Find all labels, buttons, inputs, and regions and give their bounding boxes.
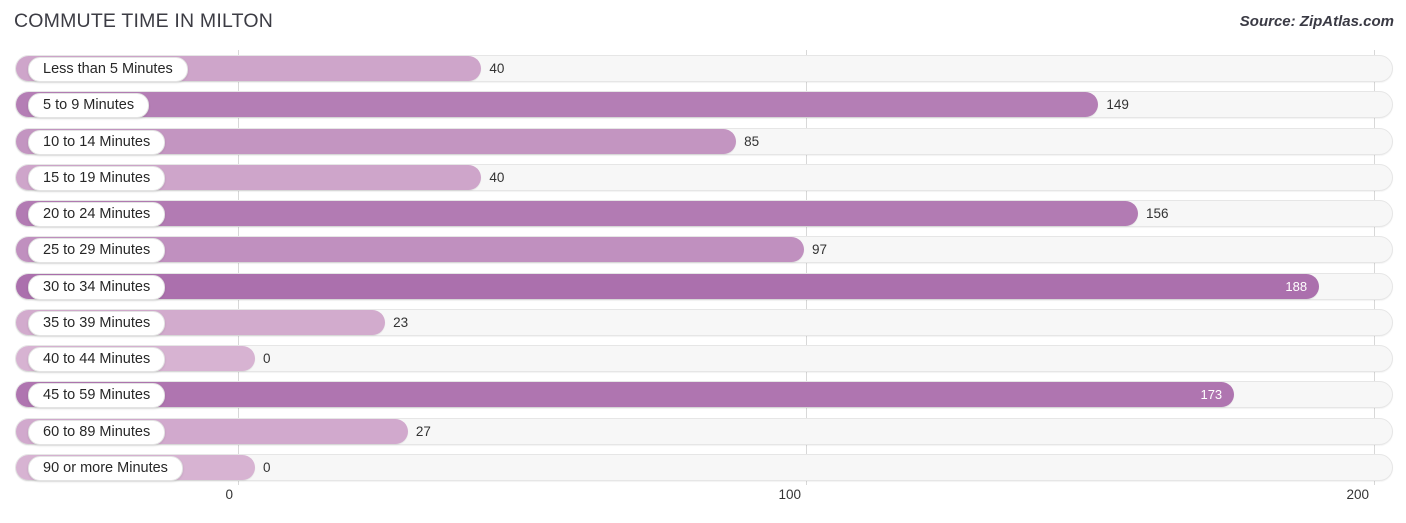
bar-row[interactable]: 40 Less than 5 Minutes bbox=[15, 55, 1393, 82]
bar-value-label: 0 bbox=[263, 351, 271, 366]
x-axis: 0 100 200 bbox=[0, 487, 1406, 517]
bar-row[interactable]: 173 45 to 59 Minutes bbox=[15, 381, 1393, 409]
bar-value-label: 40 bbox=[489, 169, 505, 185]
plot-area: 40 Less than 5 Minutes 149 5 to 9 Minutes 85… bbox=[0, 50, 1406, 485]
bar-row[interactable]: 97 25 to 29 Minutes bbox=[15, 236, 1393, 264]
bar[interactable] bbox=[16, 92, 1099, 118]
bar-row[interactable]: 0 90 or more Minutes bbox=[15, 453, 1393, 481]
bar-value-label: 188 bbox=[1285, 278, 1308, 294]
bar-row[interactable]: 85 10 to 14 Minutes bbox=[15, 127, 1393, 155]
category-label: 60 to 89 Minutes bbox=[28, 419, 166, 445]
category-label: 40 to 44 Minutes bbox=[28, 347, 166, 372]
category-label: 35 to 39 Minutes bbox=[28, 310, 166, 336]
chart-page: COMMUTE TIME IN MILTON Source: ZipAtlas.… bbox=[0, 0, 1406, 523]
category-label: 30 to 34 Minutes bbox=[28, 274, 166, 300]
bar-row[interactable]: 23 35 to 39 Minutes bbox=[15, 308, 1393, 336]
bar-row[interactable]: 188 30 to 34 Minutes bbox=[15, 272, 1393, 300]
bar-row[interactable]: 156 20 to 24 Minutes bbox=[15, 200, 1393, 227]
axis-tick-label: 0 bbox=[225, 487, 233, 502]
bar-row[interactable]: 0 40 to 44 Minutes bbox=[15, 345, 1393, 372]
bar-value-label: 27 bbox=[415, 423, 431, 439]
axis-tick-label: 200 bbox=[1346, 487, 1369, 502]
category-label: 15 to 19 Minutes bbox=[28, 165, 166, 191]
category-label: 5 to 9 Minutes bbox=[28, 93, 150, 119]
bar-value-label: 85 bbox=[744, 133, 760, 149]
category-label: Less than 5 Minutes bbox=[28, 57, 188, 82]
bar-row[interactable]: 27 60 to 89 Minutes bbox=[15, 417, 1393, 445]
bar-value-label: 40 bbox=[489, 61, 505, 76]
axis-tick-label: 100 bbox=[778, 487, 801, 502]
bar[interactable] bbox=[16, 201, 1138, 226]
bar-row[interactable]: 40 15 to 19 Minutes bbox=[15, 163, 1393, 191]
category-label: 90 or more Minutes bbox=[28, 455, 183, 481]
bar-value-label: 23 bbox=[393, 314, 409, 330]
bar-row[interactable]: 149 5 to 9 Minutes bbox=[15, 91, 1393, 119]
category-label: 10 to 14 Minutes bbox=[28, 129, 166, 155]
bar[interactable]: 173 bbox=[16, 382, 1235, 408]
page-title: COMMUTE TIME IN MILTON bbox=[14, 10, 273, 32]
category-label: 20 to 24 Minutes bbox=[28, 202, 166, 227]
source-attribution: Source: ZipAtlas.com bbox=[1239, 13, 1394, 30]
bar[interactable]: 188 bbox=[16, 273, 1320, 299]
bar-value-label: 97 bbox=[812, 242, 828, 258]
bar-value-label: 156 bbox=[1145, 206, 1169, 221]
category-label: 45 to 59 Minutes bbox=[28, 383, 166, 409]
bar-value-label: 0 bbox=[263, 459, 271, 475]
bar-value-label: 149 bbox=[1106, 97, 1129, 113]
bar-value-label: 173 bbox=[1200, 387, 1223, 403]
category-label: 25 to 29 Minutes bbox=[28, 238, 166, 264]
